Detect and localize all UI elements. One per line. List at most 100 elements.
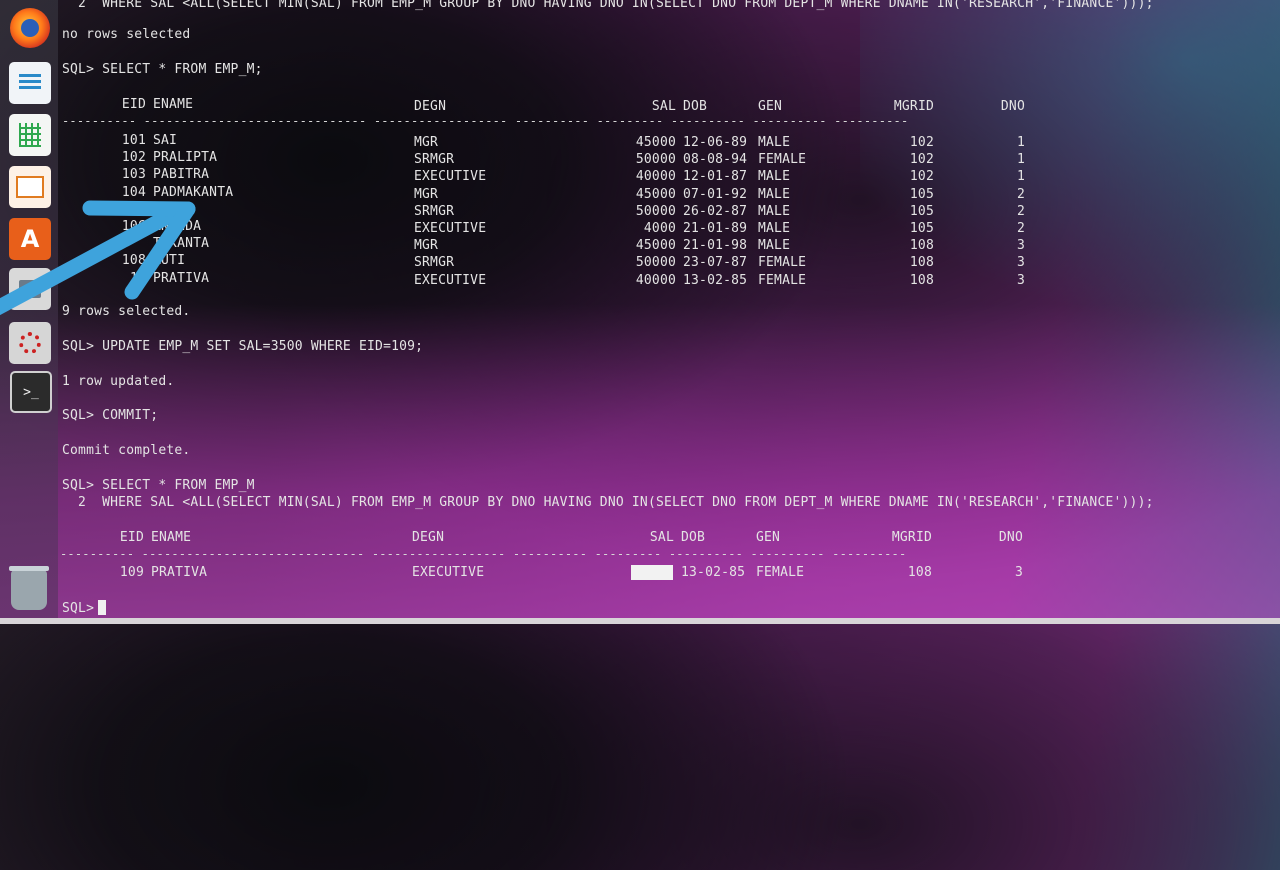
app-launcher[interactable]	[9, 268, 51, 310]
terminal-icon: >_	[23, 384, 39, 400]
calc-launcher[interactable]	[9, 114, 51, 156]
terminal-launcher[interactable]: >_	[10, 371, 52, 413]
column-header-mgrid: MGRID	[893, 99, 934, 114]
cell-gen: MALE	[758, 186, 791, 202]
table-row: 109 PRATIVA EXECUTIVE 13-02-85 FEMALE 10…	[58, 565, 1280, 795]
column-header-degn: DEGN	[412, 530, 445, 545]
cell-sal: 50000	[635, 152, 676, 168]
cell-gen: FEMALE	[756, 565, 805, 580]
cell-eid: 104	[121, 184, 146, 200]
cell-ename: D	[153, 201, 162, 217]
cell-sal: 45000	[635, 135, 676, 150]
column-header-eid: EID	[119, 530, 144, 545]
table-separator: ---------- -----------------------------…	[60, 550, 907, 558]
cell-sal: 4000	[643, 221, 676, 236]
column-header-gen: GEN	[758, 99, 783, 114]
cell-eid: 10	[129, 270, 146, 286]
column-header-mgrid: MGRID	[891, 530, 932, 545]
launcher-dock: A >_	[0, 0, 58, 624]
cell-mgrid: 102	[909, 169, 934, 185]
cell-sal-highlight	[631, 565, 673, 582]
rows-selected-message: 9 rows selected.	[62, 304, 191, 319]
software-center-launcher[interactable]: A	[9, 218, 51, 260]
cell-gen: MALE	[758, 238, 791, 254]
trash-icon	[9, 566, 49, 571]
cell-eid: 101	[121, 133, 146, 148]
column-header-ename: ENAME	[151, 530, 192, 545]
terminal-window[interactable]: 2 WHERE SAL <ALL(SELECT MIN(SAL) FROM EM…	[58, 0, 1280, 624]
column-header-eid: EID	[121, 97, 146, 112]
cell-degn: EXECUTIVE	[414, 221, 487, 236]
cell-dob: 07-01-92	[683, 186, 748, 202]
cell-degn: EXECUTIVE	[414, 169, 487, 185]
cell-sal: 40000	[635, 272, 676, 288]
cell-dob: 23-07-87	[683, 255, 748, 271]
cell-mgrid: 102	[909, 135, 934, 150]
column-header-dno: DNO	[1000, 99, 1025, 114]
column-header-sal: SAL	[649, 530, 674, 545]
cell-mgrid: 105	[909, 221, 934, 236]
cell-dob: 08-08-94	[683, 152, 748, 168]
commit-command-line: SQL> COMMIT;	[62, 408, 159, 423]
settings-icon	[19, 332, 41, 354]
column-header-sal: SAL	[651, 99, 676, 114]
application-icon	[19, 280, 41, 298]
cell-gen: FEMALE	[758, 272, 807, 288]
cell-eid: 106	[121, 219, 146, 234]
cell-dob: 21-01-98	[683, 238, 748, 254]
screen-bezel	[0, 618, 1280, 624]
cell-degn: MGR	[414, 135, 439, 150]
firefox-launcher[interactable]	[10, 8, 50, 48]
column-header-ename: ENAME	[153, 97, 194, 112]
update-result-message: 1 row updated.	[62, 374, 175, 389]
cell-degn: SRMGR	[414, 152, 455, 168]
cell-dob: 13-02-85	[683, 272, 748, 288]
cell-ename: ANANDA	[153, 219, 202, 234]
cell-dno: 1	[1016, 135, 1025, 150]
cell-sal: 40000	[635, 169, 676, 185]
cell-degn: SRMGR	[414, 203, 455, 219]
column-header-gen: GEN	[756, 530, 781, 545]
cell-ename: TIKANTA	[153, 236, 210, 252]
firefox-icon	[21, 19, 39, 37]
cell-dno: 1	[1016, 152, 1025, 168]
column-header-dob: DOB	[683, 99, 708, 114]
cell-degn: MGR	[414, 186, 439, 202]
cell-mgrid: 102	[909, 152, 934, 168]
impress-launcher[interactable]	[9, 166, 51, 208]
cell-sal: 50000	[635, 255, 676, 271]
cell-ename: PABITRA	[153, 167, 210, 183]
cell-gen: MALE	[758, 221, 791, 236]
cell-ename: PADMAKANTA	[153, 184, 234, 200]
cell-mgrid: 105	[909, 186, 934, 202]
select-command-line: SQL> SELECT * FROM EMP_M	[62, 478, 255, 493]
cell-gen: MALE	[758, 135, 791, 150]
cell-dob: 26-02-87	[683, 203, 748, 219]
prompt-label: SQL>	[62, 601, 95, 616]
cell-dob: 21-01-89	[683, 221, 748, 236]
sql-continuation-line: 2 WHERE SAL <ALL(SELECT MIN(SAL) FROM EM…	[62, 0, 1154, 11]
cell-dob: 12-06-89	[683, 135, 748, 150]
sql-command-line: SQL> SELECT * FROM EMP_M;	[62, 62, 263, 77]
cell-dob: 13-02-85	[681, 565, 746, 580]
cell-degn: MGR	[414, 238, 439, 254]
cell-gen: FEMALE	[758, 255, 807, 271]
cell-mgrid: 108	[909, 238, 934, 254]
cell-mgrid: 108	[907, 565, 932, 580]
cell-ename: RUTI	[153, 253, 186, 269]
update-command-line: SQL> UPDATE EMP_M SET SAL=3500 WHERE EID…	[62, 339, 424, 354]
cell-ename: PRATIVA	[151, 565, 208, 580]
spreadsheet-icon	[19, 123, 41, 147]
settings-launcher[interactable]	[9, 322, 51, 364]
cell-sal: 50000	[635, 203, 676, 219]
cell-degn: EXECUTIVE	[414, 272, 487, 288]
writer-launcher[interactable]	[9, 62, 51, 104]
cell-dno: 2	[1016, 221, 1025, 236]
cell-dno: 1	[1016, 169, 1025, 185]
cell-eid: 102	[121, 150, 146, 166]
cell-mgrid: 108	[909, 272, 934, 288]
trash-launcher[interactable]	[9, 566, 49, 610]
cell-dob: 12-01-87	[683, 169, 748, 185]
sql-prompt[interactable]: SQL>	[62, 600, 107, 617]
cell-eid: 108	[121, 253, 146, 269]
